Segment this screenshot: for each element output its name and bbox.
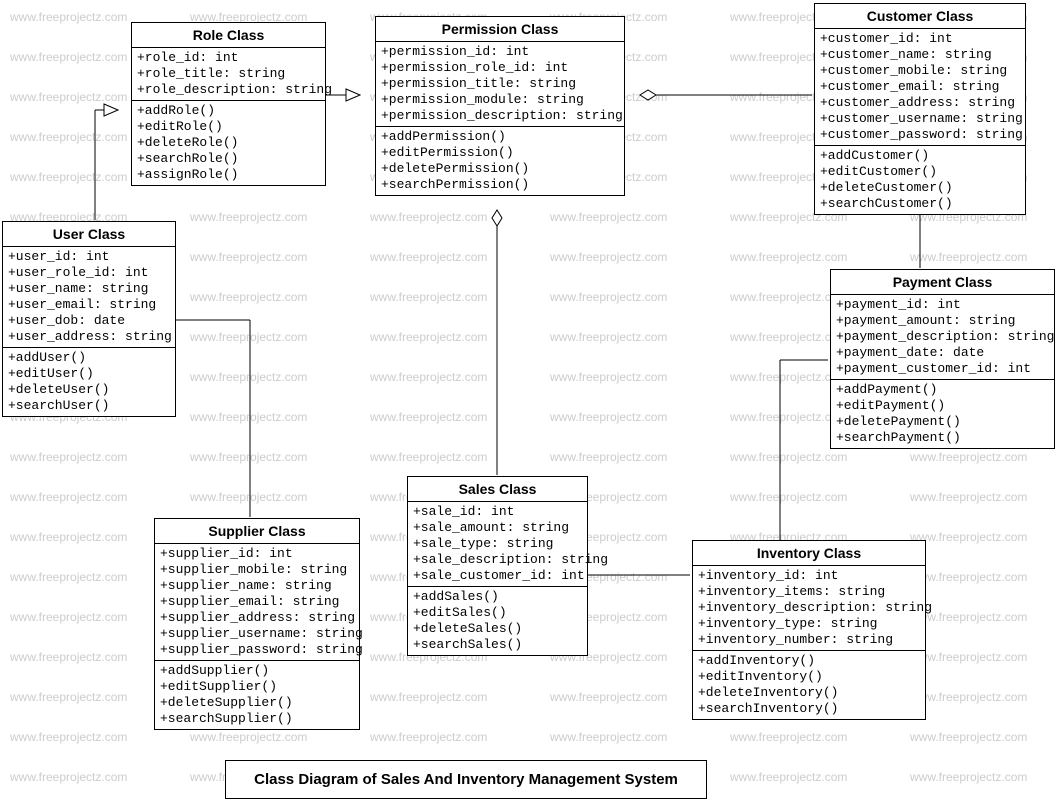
attributes: +role_id: int +role_title: string +role_…	[132, 48, 325, 101]
class-title: Supplier Class	[155, 519, 359, 544]
class-title: Customer Class	[815, 4, 1025, 29]
methods: +addInventory() +editInventory() +delete…	[693, 651, 925, 719]
class-payment: Payment Class +payment_id: int +payment_…	[830, 269, 1055, 449]
class-sales: Sales Class +sale_id: int +sale_amount: …	[407, 476, 588, 656]
class-supplier: Supplier Class +supplier_id: int +suppli…	[154, 518, 360, 730]
methods: +addPermission() +editPermission() +dele…	[376, 127, 624, 195]
attributes: +customer_id: int +customer_name: string…	[815, 29, 1025, 146]
attributes: +permission_id: int +permission_role_id:…	[376, 42, 624, 127]
class-role: Role Class +role_id: int +role_title: st…	[131, 22, 326, 186]
methods: +addPayment() +editPayment() +deletePaym…	[831, 380, 1054, 448]
class-title: Sales Class	[408, 477, 587, 502]
attributes: +sale_id: int +sale_amount: string +sale…	[408, 502, 587, 587]
diagram-caption: Class Diagram of Sales And Inventory Man…	[225, 760, 707, 799]
class-title: Inventory Class	[693, 541, 925, 566]
class-title: User Class	[3, 222, 175, 247]
attributes: +payment_id: int +payment_amount: string…	[831, 295, 1054, 380]
methods: +addRole() +editRole() +deleteRole() +se…	[132, 101, 325, 185]
class-inventory: Inventory Class +inventory_id: int +inve…	[692, 540, 926, 720]
methods: +addSales() +editSales() +deleteSales() …	[408, 587, 587, 655]
class-customer: Customer Class +customer_id: int +custom…	[814, 3, 1026, 215]
methods: +addUser() +editUser() +deleteUser() +se…	[3, 348, 175, 416]
methods: +addCustomer() +editCustomer() +deleteCu…	[815, 146, 1025, 214]
class-title: Permission Class	[376, 17, 624, 42]
attributes: +user_id: int +user_role_id: int +user_n…	[3, 247, 175, 348]
class-permission: Permission Class +permission_id: int +pe…	[375, 16, 625, 196]
class-title: Role Class	[132, 23, 325, 48]
attributes: +supplier_id: int +supplier_mobile: stri…	[155, 544, 359, 661]
class-user: User Class +user_id: int +user_role_id: …	[2, 221, 176, 417]
methods: +addSupplier() +editSupplier() +deleteSu…	[155, 661, 359, 729]
attributes: +inventory_id: int +inventory_items: str…	[693, 566, 925, 651]
class-title: Payment Class	[831, 270, 1054, 295]
